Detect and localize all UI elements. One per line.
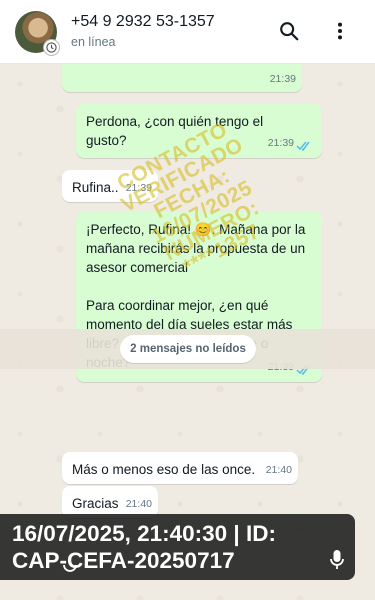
capture-id-banner: 16/07/2025, 21:40:30 | ID: CAP-CEFA-2025… bbox=[0, 514, 355, 580]
contact-name[interactable]: +54 9 2932 53-1357 bbox=[71, 13, 215, 31]
microphone-icon[interactable] bbox=[325, 548, 349, 572]
clock-icon bbox=[43, 39, 60, 56]
message-bubble-outgoing[interactable]: Perdona, ¿con quién tengo el gusto? 21:3… bbox=[76, 104, 322, 158]
more-vert-icon[interactable] bbox=[330, 20, 350, 47]
message-bubble-incoming[interactable]: Rufina.. 21:39 bbox=[62, 170, 158, 202]
banner-line: 16/07/2025, 21:40:30 | ID: bbox=[12, 521, 276, 546]
message-text: Más o menos eso de las once. bbox=[72, 462, 256, 477]
read-ticks-icon bbox=[296, 141, 310, 151]
avatar[interactable] bbox=[15, 11, 60, 56]
chat-header: +54 9 2932 53-1357 en línea bbox=[0, 0, 375, 64]
message-time: 21:39 bbox=[269, 73, 296, 85]
message-time: 21:40 bbox=[125, 498, 152, 510]
contact-status: en línea bbox=[71, 35, 116, 49]
search-icon[interactable] bbox=[278, 20, 300, 47]
message-time: 21:39 bbox=[125, 182, 152, 194]
unread-messages-label: 2 mensajes no leídos bbox=[120, 335, 256, 363]
message-time: 21:40 bbox=[265, 464, 292, 476]
message-text: Perdona, ¿con quién tengo el gusto? bbox=[86, 114, 267, 148]
emoji-icon[interactable] bbox=[62, 560, 78, 578]
message-time: 21:39 bbox=[267, 137, 294, 149]
message-bubble-incoming[interactable]: Más o menos eso de las once. 21:40 bbox=[62, 452, 298, 484]
